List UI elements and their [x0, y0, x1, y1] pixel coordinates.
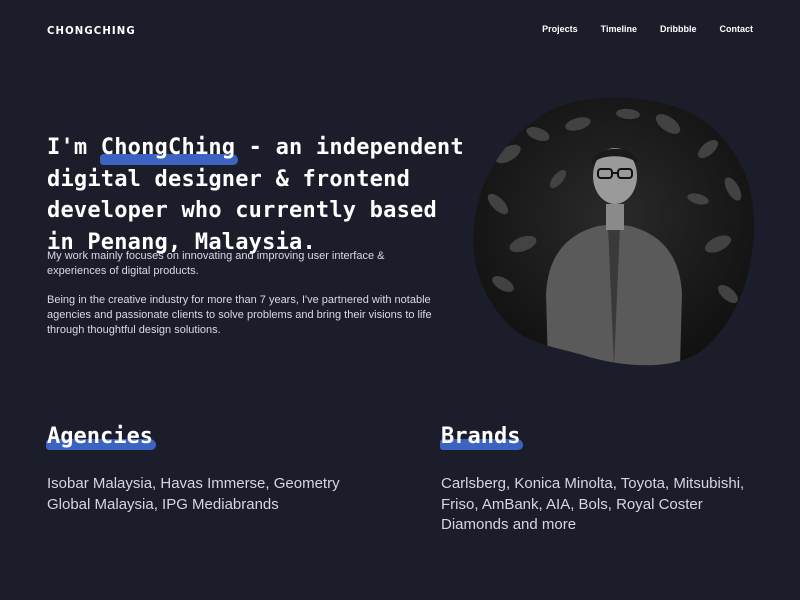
nav-timeline[interactable]: Timeline: [601, 24, 637, 34]
profile-photo: [473, 97, 754, 366]
intro-paragraph-1: My work mainly focuses on innovating and…: [47, 250, 385, 277]
agencies-heading: Agencies: [46, 424, 156, 450]
headline-name-highlight: ChongChing: [99, 132, 239, 164]
main-nav: Projects Timeline Dribbble Contact: [542, 24, 753, 34]
intro-paragraph-2: Being in the creative industry for more …: [47, 294, 432, 336]
hero-headline: I'm ChongChing - an independent digital …: [47, 132, 467, 258]
brands-heading: Brands: [439, 424, 524, 450]
brands-list: Carlsberg, Konica Minolta, Toyota, Mitsu…: [441, 475, 745, 533]
agencies-heading-text: Agencies: [46, 424, 156, 450]
nav-projects[interactable]: Projects: [542, 24, 578, 34]
agencies-list: Isobar Malaysia, Havas Immerse, Geometry…: [47, 475, 340, 513]
headline-prefix: I'm: [47, 135, 101, 160]
nav-dribbble[interactable]: Dribbble: [660, 24, 697, 34]
brands-heading-text: Brands: [439, 424, 524, 450]
site-logo[interactable]: CHONGCHING: [47, 24, 136, 37]
nav-contact[interactable]: Contact: [720, 24, 754, 34]
page: CHONGCHING Projects Timeline Dribbble Co…: [0, 0, 800, 600]
